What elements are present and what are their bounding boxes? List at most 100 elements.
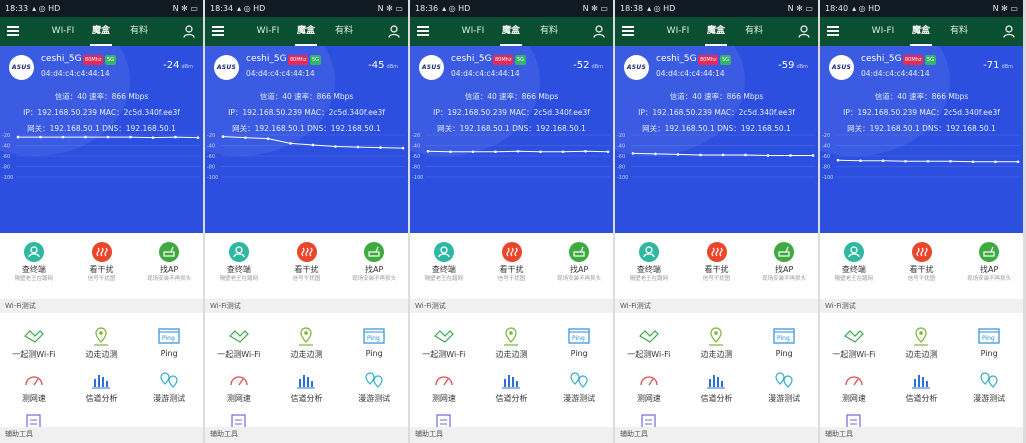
wifi-test-label: Ping	[775, 349, 793, 358]
user-icon[interactable]	[388, 25, 400, 38]
tool-2[interactable]: 看干扰 信号干扰图	[683, 233, 751, 299]
tool-3[interactable]: 找AP 现场安装不再抓头	[135, 233, 203, 299]
tab-2[interactable]: 魔盒	[697, 17, 735, 46]
y-tick-label: -80	[617, 165, 625, 171]
bssid-label: 04:d4:c4:c4:44:14	[451, 69, 520, 78]
wifi-test-5[interactable]: 信道分析	[273, 363, 341, 407]
signal-point	[356, 145, 360, 149]
tab-1[interactable]: WI-FI	[454, 17, 492, 46]
tab-2[interactable]: 魔盒	[82, 17, 120, 46]
signal-point	[39, 135, 42, 139]
wifi-test-5[interactable]: 信道分析	[683, 363, 751, 407]
tool-3[interactable]: 找AP 现场安装不再抓头	[955, 233, 1023, 299]
wifi-test-1[interactable]: 一起测Wi-Fi	[820, 319, 888, 363]
wifi-test-1[interactable]: 一起测Wi-Fi	[205, 319, 273, 363]
y-tick-label: -100	[822, 175, 833, 181]
tool-1[interactable]: 查终端 隔壁老王在蹭网	[205, 233, 273, 299]
menu-icon[interactable]	[827, 26, 839, 36]
tool-2[interactable]: 看干扰 信号干扰图	[478, 233, 546, 299]
user-icon[interactable]	[183, 25, 195, 38]
wifi-test-5[interactable]: 信道分析	[68, 363, 136, 407]
channel-rate-line: 信道：40 速率：866 Mbps	[874, 92, 969, 101]
wifi-test-6[interactable]: 漫游测试	[135, 363, 203, 407]
wifi-test-4[interactable]: 测网速	[0, 363, 68, 407]
tab-1[interactable]: WI-FI	[659, 17, 697, 46]
wifi-test-4[interactable]: 测网速	[820, 363, 888, 407]
tool-2[interactable]: 看干扰 信号干扰图	[273, 233, 341, 299]
wifi-test-2[interactable]: 边走边测	[273, 319, 341, 363]
wifi-test-1[interactable]: 一起测Wi-Fi	[0, 319, 68, 363]
menu-icon[interactable]	[212, 26, 224, 36]
wifi-test-3[interactable]: Ping Ping	[135, 319, 203, 363]
tool-2[interactable]: 看干扰 信号干扰图	[68, 233, 136, 299]
tab-3[interactable]: 有料	[530, 17, 568, 46]
wifi-test-3[interactable]: Ping Ping	[955, 319, 1023, 363]
wifi-test-3[interactable]: Ping Ping	[545, 319, 613, 363]
wifi-test-3[interactable]: Ping Ping	[340, 319, 408, 363]
wifi-test-grid: 一起测Wi-Fi边走边测PingPing测网速信道分析漫游测试单点测试	[205, 313, 408, 443]
wifi-test-4[interactable]: 测网速	[410, 363, 478, 407]
speedometer-icon	[227, 369, 251, 391]
tool-3[interactable]: 找AP 现场安装不再抓头	[750, 233, 818, 299]
tab-1[interactable]: WI-FI	[249, 17, 287, 46]
top-app-bar: WI-FI 魔盒 有料	[615, 17, 818, 46]
wifi-test-label: 信道分析	[85, 394, 118, 403]
tab-2[interactable]: 魔盒	[902, 17, 940, 46]
wifi-test-label: 一起测Wi-Fi	[627, 350, 671, 359]
user-icon[interactable]	[798, 25, 810, 38]
menu-icon[interactable]	[7, 26, 19, 36]
tool-3[interactable]: 找AP 现场安装不再抓头	[340, 233, 408, 299]
wifi-test-2[interactable]: 边走边测	[888, 319, 956, 363]
wifi-test-6[interactable]: 漫游测试	[955, 363, 1023, 407]
tool-name: 看干扰	[499, 265, 524, 274]
y-tick-label: -80	[207, 165, 215, 171]
tab-3[interactable]: 有料	[325, 17, 363, 46]
tool-3[interactable]: 找AP 现场安装不再抓头	[545, 233, 613, 299]
tool-1[interactable]: 查终端 隔壁老王在蹭网	[0, 233, 68, 299]
tab-3[interactable]: 有料	[940, 17, 978, 46]
wifi-test-label: 边走边测	[700, 350, 733, 359]
signal-point	[311, 143, 315, 147]
wifi-test-5[interactable]: 信道分析	[888, 363, 956, 407]
menu-icon[interactable]	[622, 26, 634, 36]
tool-1[interactable]: 查终端 隔壁老王在蹭网	[820, 233, 888, 299]
wifi-test-1[interactable]: 一起测Wi-Fi	[615, 319, 683, 363]
tool-2[interactable]: 看干扰 信号干扰图	[888, 233, 956, 299]
wifi-test-6[interactable]: 漫游测试	[750, 363, 818, 407]
tab-2[interactable]: 魔盒	[492, 17, 530, 46]
user-icon[interactable]	[593, 25, 605, 38]
signal-point	[449, 150, 452, 154]
wifi-test-6[interactable]: 漫游测试	[545, 363, 613, 407]
channel-rate-line: 信道：40 速率：866 Mbps	[54, 92, 149, 101]
y-tick-label: -40	[412, 144, 420, 150]
wifi-test-label: Ping	[570, 349, 588, 358]
bandwidth-badge: 80Mhz	[903, 55, 924, 65]
tab-1[interactable]: WI-FI	[44, 17, 82, 46]
wifi-test-3[interactable]: Ping Ping	[750, 319, 818, 363]
wifi-test-4[interactable]: 测网速	[615, 363, 683, 407]
tab-3[interactable]: 有料	[735, 17, 773, 46]
wifi-test-5[interactable]: 信道分析	[478, 363, 546, 407]
wifi-test-4[interactable]: 测网速	[205, 363, 273, 407]
user-icon[interactable]	[1003, 25, 1015, 38]
tool-name: 看干扰	[294, 265, 319, 274]
wifi-test-2[interactable]: 边走边测	[478, 319, 546, 363]
y-tick-label: -100	[412, 175, 423, 181]
wifi-test-2[interactable]: 边走边测	[683, 319, 751, 363]
wifi-test-1[interactable]: 一起测Wi-Fi	[410, 319, 478, 363]
tool-1[interactable]: 查终端 隔壁老王在蹭网	[410, 233, 478, 299]
tab-1[interactable]: WI-FI	[864, 17, 902, 46]
status-right: N ✻ ▭	[992, 4, 1018, 13]
menu-icon[interactable]	[417, 26, 429, 36]
wifi-test-label: Ping	[160, 349, 178, 358]
wifi-test-label: 测网速	[636, 394, 661, 403]
status-left: 18:34 ▴ ◎ HD	[210, 0, 265, 17]
wifi-test-6[interactable]: 漫游测试	[340, 363, 408, 407]
bssid-label: 04:d4:c4:c4:44:14	[656, 69, 725, 78]
ping-icon: Ping	[772, 325, 796, 347]
tab-3[interactable]: 有料	[120, 17, 158, 46]
wifi-test-2[interactable]: 边走边测	[68, 319, 136, 363]
tool-1[interactable]: 查终端 隔壁老王在蹭网	[615, 233, 683, 299]
tab-2[interactable]: 魔盒	[287, 17, 325, 46]
bssid-label: 04:d4:c4:c4:44:14	[246, 69, 315, 78]
